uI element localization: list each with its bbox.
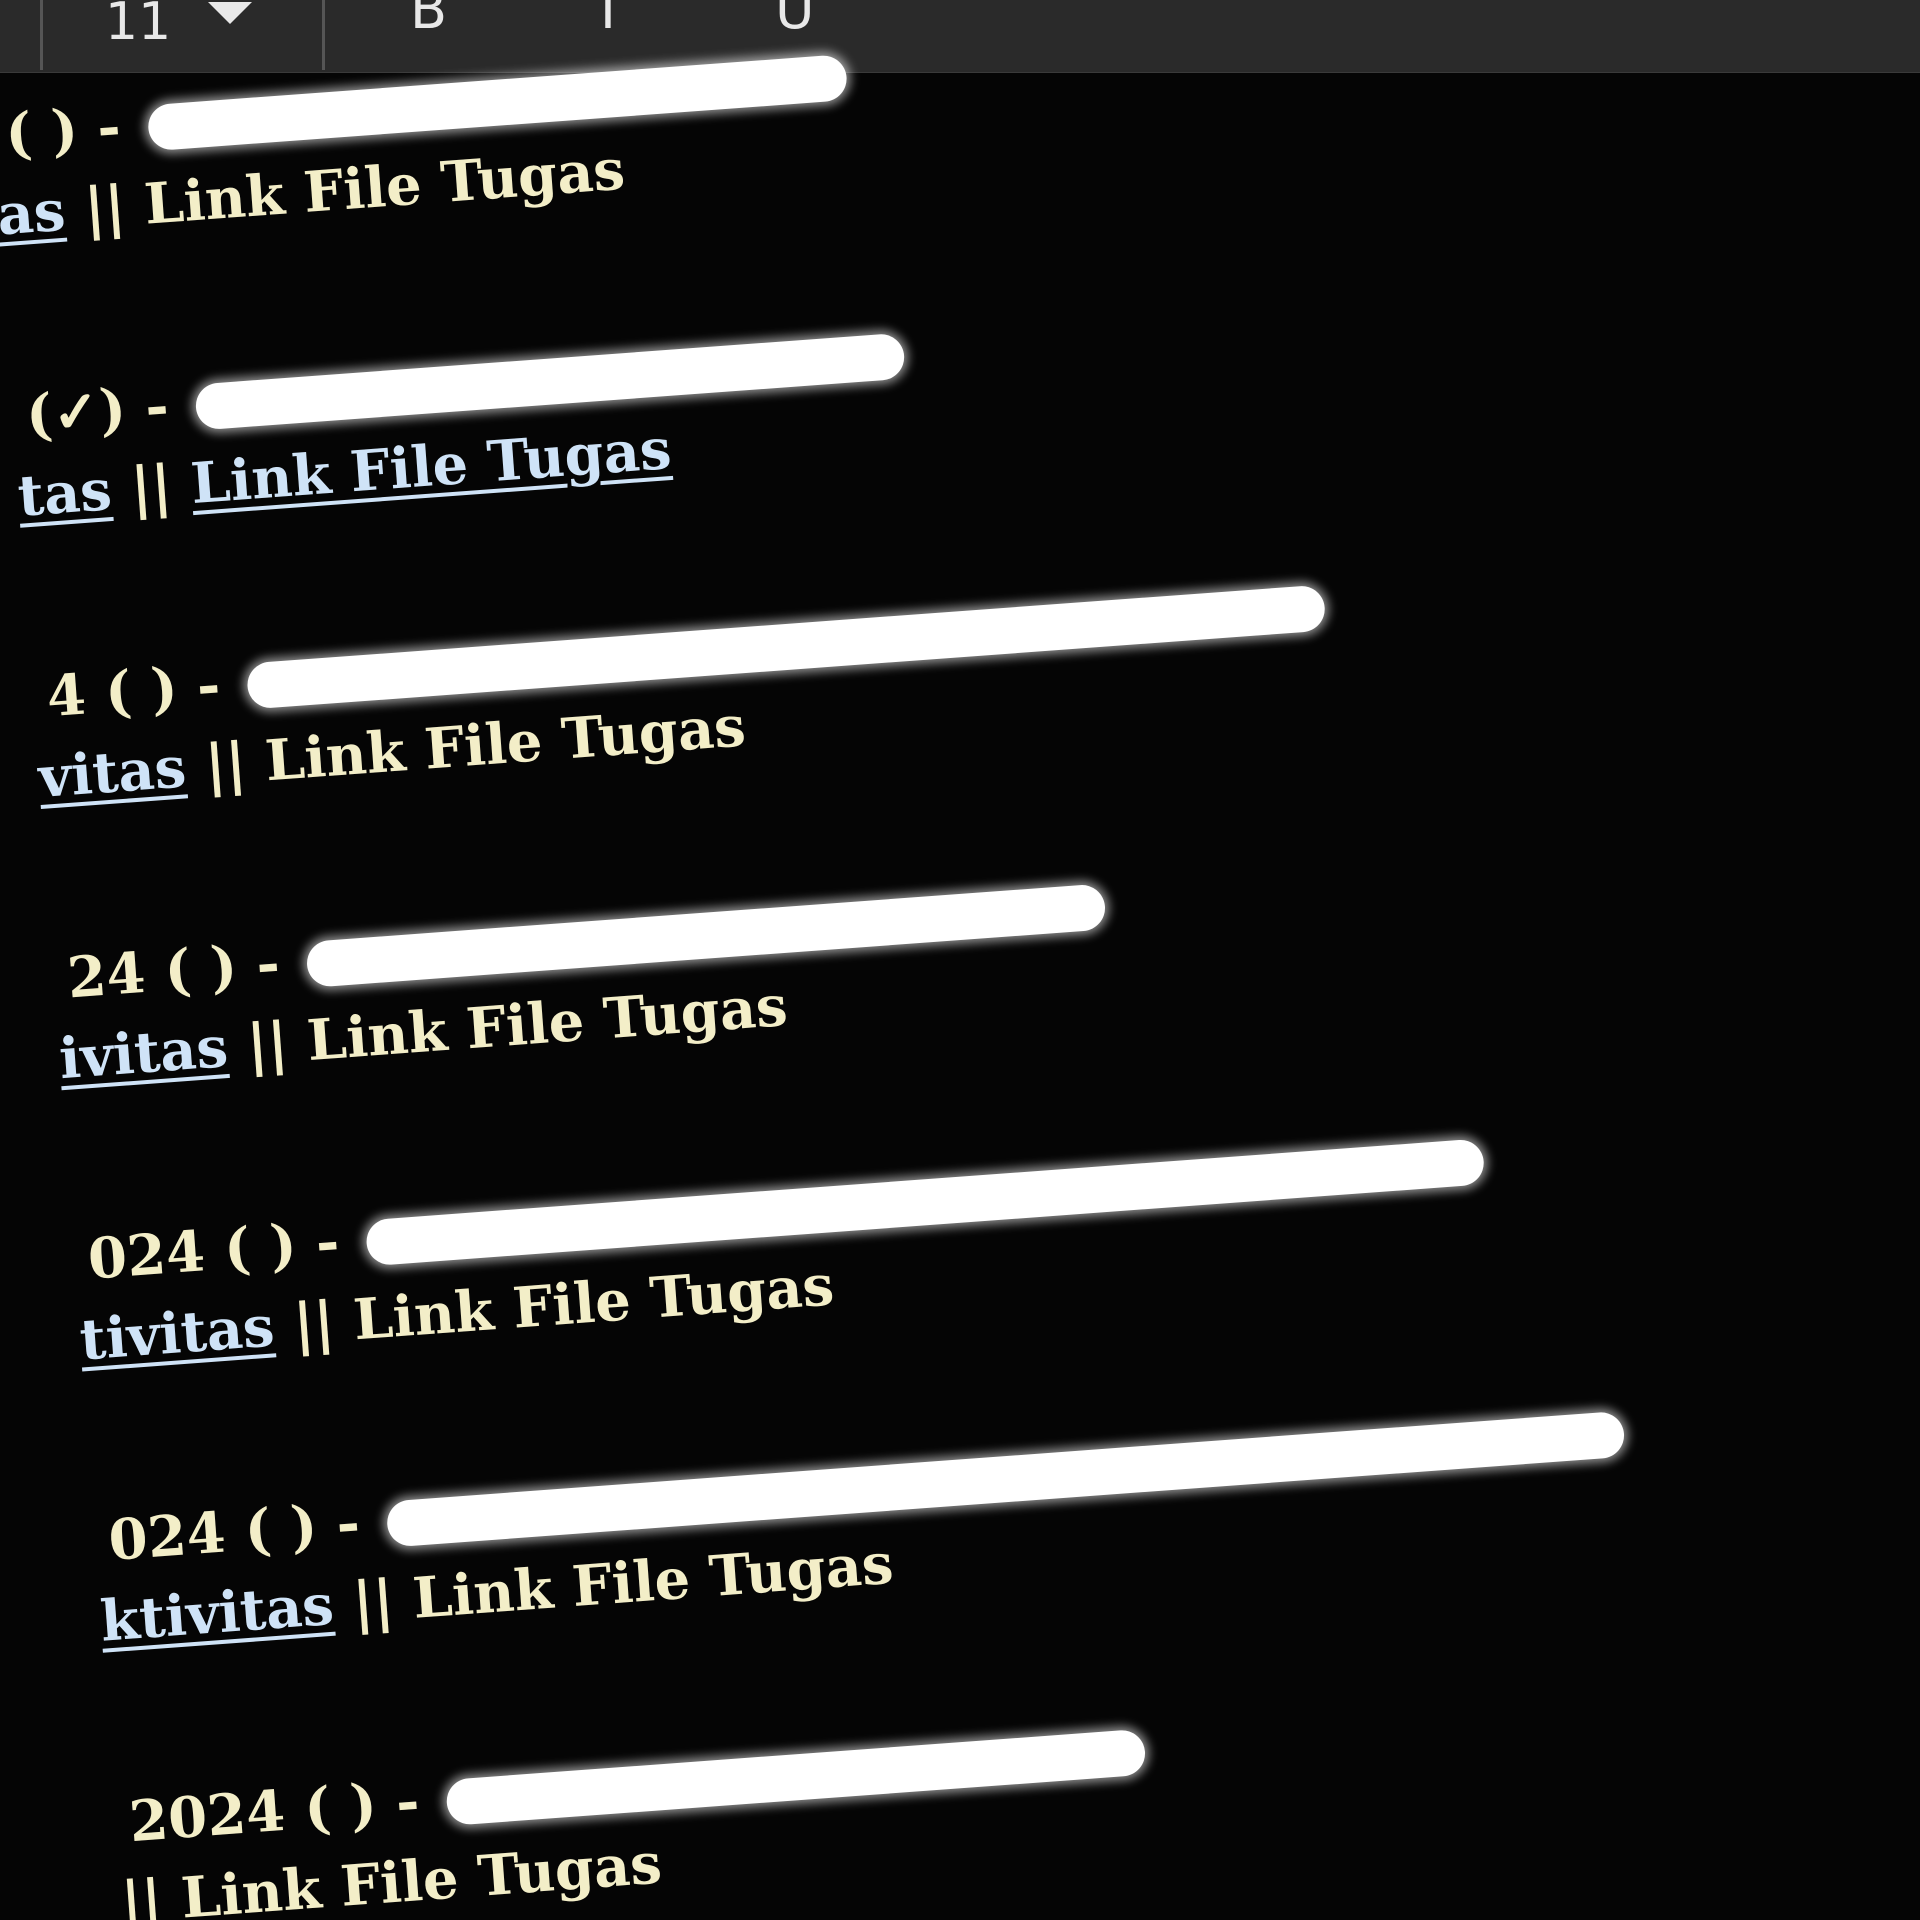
entry-prefix: 4 ( ) - [44, 650, 242, 731]
separator: || [225, 1008, 310, 1080]
entry-prefix: 024 ( ) - [85, 1207, 361, 1293]
activity-link[interactable]: ktivitas [98, 1572, 336, 1655]
list-item: (✓) - tas || Link File Tugas [0, 266, 1600, 555]
activity-link[interactable]: tas [16, 457, 114, 530]
activity-link[interactable]: vitas [36, 734, 188, 811]
list-item: 4 ( ) - vitas || Link File Tugas [0, 547, 1621, 836]
activity-link[interactable]: as [0, 178, 67, 249]
separator: || [118, 1865, 184, 1920]
activity-link[interactable]: tivitas [78, 1293, 277, 1373]
chevron-down-icon[interactable] [208, 2, 252, 24]
font-size-select[interactable]: 11 [105, 0, 171, 52]
list-item: 024 ( ) - ktivitas || Link File Tugas [0, 1391, 1683, 1680]
entry-prefix: (✓) - [23, 371, 191, 449]
list-item: 024 ( ) - tivitas || Link File Tugas [0, 1110, 1662, 1399]
entry-prefix: 2024 ( ) - [126, 1766, 442, 1856]
separator: || [109, 451, 194, 523]
document-body[interactable]: ( ) - as || Link File Tugas (✓) - tas ||… [0, 0, 1920, 1920]
list-item: 2024 ( ) - || Link File Tugas [0, 1672, 1704, 1920]
separator: || [331, 1565, 416, 1638]
activity-link[interactable]: ivitas [57, 1014, 230, 1092]
separator: || [271, 1287, 357, 1360]
separator: || [62, 171, 147, 244]
entry-prefix: ( ) - [3, 92, 143, 168]
entry-prefix: 24 ( ) - [65, 928, 302, 1012]
list-item: 24 ( ) - ivitas || Link File Tugas [0, 829, 1642, 1118]
separator: || [183, 728, 268, 801]
entry-prefix: 024 ( ) - [106, 1488, 382, 1574]
